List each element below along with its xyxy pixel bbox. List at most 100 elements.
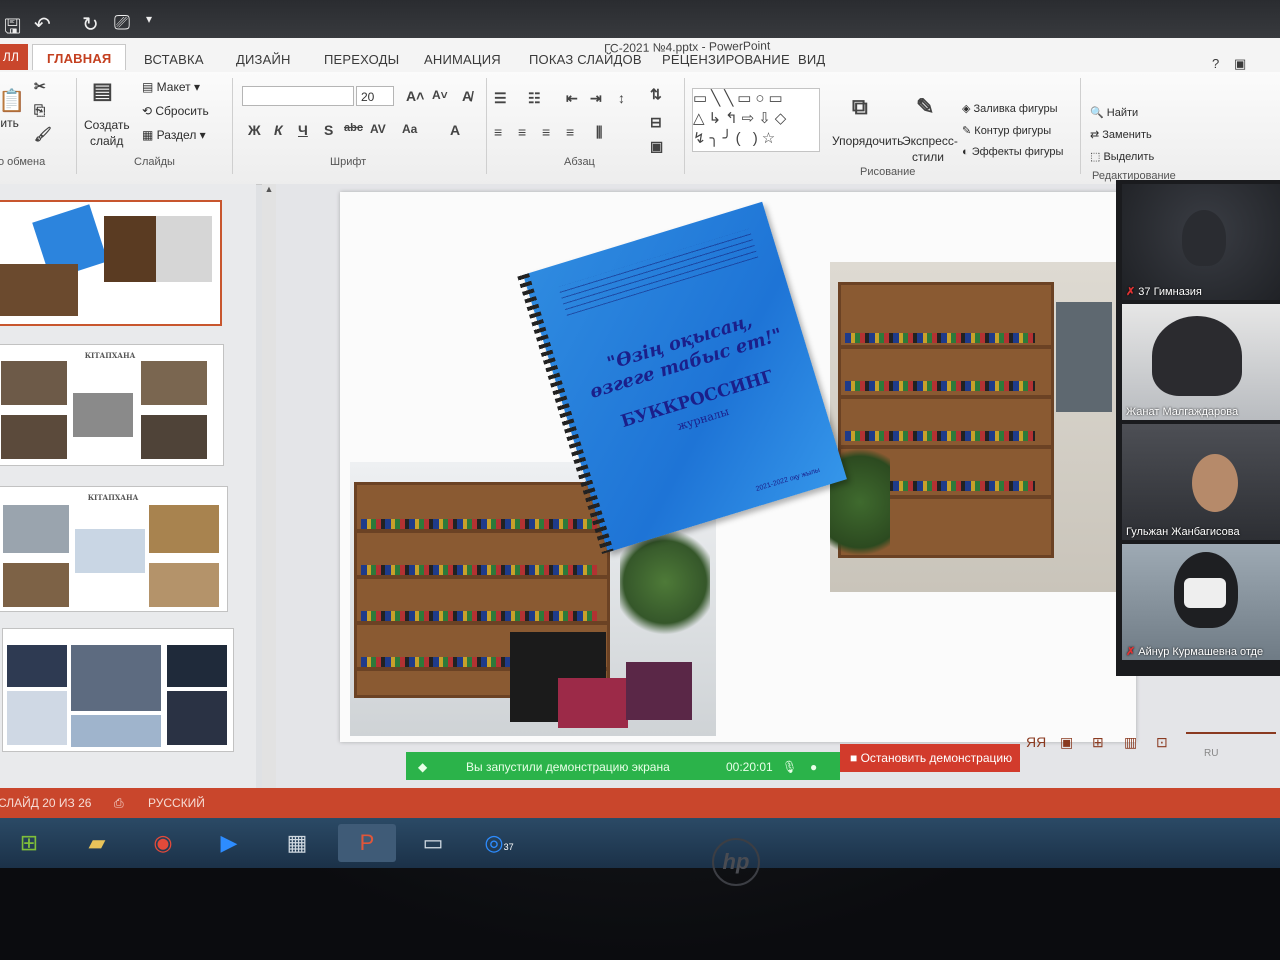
decrease-font-icon[interactable]: A˅	[432, 88, 448, 102]
tab-transitions[interactable]: ПЕРЕХОДЫ	[324, 52, 399, 67]
change-case-button[interactable]: Aa	[402, 122, 417, 136]
participant-name: Жанат Малгаждарова	[1126, 406, 1239, 418]
new-slide-icon[interactable]: ▤	[92, 78, 113, 104]
shadow-button[interactable]: S	[324, 122, 333, 138]
new-slide-label-1[interactable]: Создать	[84, 118, 130, 132]
copy-icon[interactable]: ⎘	[34, 102, 45, 119]
start-button-icon[interactable]: ⊞	[0, 824, 58, 862]
tab-animation[interactable]: АНИМАЦИЯ	[424, 52, 501, 67]
tab-design[interactable]: ДИЗАЙН	[236, 52, 291, 67]
camera-icon[interactable]: ▭	[404, 824, 462, 862]
slideshow-view-icon[interactable]: ⊡	[1156, 734, 1168, 751]
bold-button[interactable]: Ж	[248, 122, 261, 138]
cut-icon[interactable]: ✂	[34, 78, 46, 95]
strikethrough-button[interactable]: abc	[344, 122, 363, 134]
new-slide-label-2[interactable]: слайд	[90, 134, 123, 148]
align-text-icon[interactable]: ⊟	[650, 114, 662, 131]
quick-styles-label-1[interactable]: Экспресс-	[902, 134, 958, 148]
slide-thumbnail[interactable]: КІТАПХАНА	[0, 486, 228, 612]
font-name-dropdown[interactable]	[242, 86, 354, 106]
mic-icon[interactable]: 🎙	[782, 760, 797, 774]
tab-file[interactable]: ЛЛ	[0, 44, 28, 70]
file-explorer-icon[interactable]: ▰	[68, 824, 126, 862]
line-spacing-icon[interactable]: ↕	[618, 90, 625, 106]
slide-thumbnails-pane: КІТАПХАНА КІТАПХАНА	[0, 184, 256, 790]
find-button[interactable]: 🔍 Найти	[1090, 106, 1138, 119]
char-spacing-button[interactable]: AV	[370, 122, 386, 136]
italic-button[interactable]: К	[274, 122, 283, 138]
stop-share-button[interactable]: ■ Остановить демонстрацию	[840, 744, 1020, 772]
current-slide[interactable]: "Өзің оқысаң, өзгеге табыс ет!" БУККРОСС…	[340, 192, 1136, 742]
slide-thumbnail[interactable]	[0, 200, 222, 326]
font-size-dropdown[interactable]: 20	[356, 86, 394, 106]
participant-tile[interactable]: Жанат Малгаждарова	[1122, 304, 1280, 420]
tab-insert[interactable]: ВСТАВКА	[144, 52, 204, 67]
customize-qat-icon[interactable]: ▾	[146, 12, 152, 26]
arrange-icon[interactable]: ⧉	[852, 94, 868, 120]
decrease-indent-icon[interactable]: ⇤	[566, 90, 578, 107]
text-direction-icon[interactable]: ⇅	[650, 86, 662, 103]
numbering-icon[interactable]: ☷	[528, 90, 541, 107]
clear-format-icon[interactable]: A̸	[462, 88, 472, 104]
language-label[interactable]: РУССКИЙ	[148, 796, 205, 810]
underline-button[interactable]: Ч	[298, 122, 308, 138]
calculator-icon[interactable]: ▦	[268, 824, 326, 862]
tab-home[interactable]: ГЛАВНАЯ	[32, 44, 127, 70]
tab-review[interactable]: РЕЦЕНЗИРОВАНИЕ	[662, 52, 790, 67]
smartart-icon[interactable]: ▣	[650, 138, 663, 155]
shape-effects-button[interactable]: ◐ Эффекты фигуры	[962, 146, 1063, 158]
scroll-up-icon[interactable]: ▲	[262, 184, 276, 198]
slide-thumbnail[interactable]: КІТАПХАНА	[0, 344, 224, 466]
font-color-button[interactable]: A	[450, 122, 460, 138]
reading-view-icon[interactable]: ▥	[1124, 734, 1137, 751]
chrome-icon[interactable]: ◉	[134, 824, 192, 862]
zoom-app-icon[interactable]: ▶	[200, 824, 258, 862]
divider	[232, 78, 233, 174]
chrome-badge-icon[interactable]: ◎37	[470, 824, 528, 862]
increase-font-icon[interactable]: A˄	[406, 88, 424, 104]
shape-outline-button[interactable]: ✎ Контур фигуры	[962, 124, 1051, 137]
shapes-gallery[interactable]: ▭╲╲▭○▭ △↳↰⇨⇩◇ ↯╮╯( )☆	[692, 88, 820, 152]
participant-tile[interactable]: ✗ 37 Гимназия	[1122, 184, 1280, 300]
spellcheck-icon[interactable]: ⎙	[114, 796, 124, 811]
shape-fill-button[interactable]: ◈ Заливка фигуры	[962, 102, 1058, 115]
normal-view-icon[interactable]: ▣	[1060, 734, 1073, 751]
replace-button[interactable]: ⇄ Заменить	[1090, 128, 1152, 141]
increase-indent-icon[interactable]: ⇥	[590, 90, 602, 107]
video-icon[interactable]: ●	[810, 760, 817, 774]
paste-icon[interactable]: 📋	[0, 88, 25, 114]
paste-button[interactable]: вить	[0, 116, 19, 130]
section-button[interactable]: ▦ Раздел ▾	[142, 128, 206, 142]
align-left-icon[interactable]: ≡	[494, 124, 502, 140]
select-button[interactable]: ⬚ Выделить	[1090, 150, 1154, 163]
quick-styles-label-2[interactable]: стили	[912, 150, 944, 164]
align-center-icon[interactable]: ≡	[518, 124, 526, 140]
layout-button[interactable]: ▤ Макет ▾	[142, 80, 200, 94]
tab-view[interactable]: ВИД	[798, 52, 825, 67]
shield-icon: ◆	[418, 760, 428, 774]
start-slideshow-icon[interactable]: ⎚	[114, 12, 130, 35]
notes-button[interactable]: ЯЯ	[1026, 734, 1046, 750]
arrange-button[interactable]: Упорядочить	[832, 134, 903, 148]
format-painter-icon[interactable]: 🖌	[34, 126, 52, 143]
divider	[684, 78, 685, 174]
replace-label: Заменить	[1102, 129, 1152, 141]
powerpoint-icon[interactable]: P	[338, 824, 396, 862]
participant-tile[interactable]: ✗ Айнур Курмашевна отде	[1122, 544, 1280, 660]
participant-tile[interactable]: Гульжан Жанбагисова	[1122, 424, 1280, 540]
thumbnails-scrollbar[interactable]: ▲	[262, 184, 276, 788]
help-button[interactable]: ?	[1212, 56, 1219, 71]
align-right-icon[interactable]: ≡	[542, 124, 550, 140]
justify-icon[interactable]: ≡	[566, 124, 574, 140]
ribbon-display-icon[interactable]: ▣	[1234, 56, 1246, 72]
bullets-icon[interactable]: ☰	[494, 90, 507, 107]
slide-sorter-icon[interactable]: ⊞	[1092, 734, 1104, 751]
quick-styles-icon[interactable]: ✎	[916, 94, 934, 120]
redo-icon[interactable]: ↻	[82, 12, 99, 37]
reset-button[interactable]: ⟲ Сбросить	[142, 104, 209, 118]
slide-thumbnail[interactable]	[2, 628, 234, 752]
zoom-slider[interactable]	[1186, 732, 1276, 734]
cover-year: 2021-2022 оқу жылы	[755, 466, 821, 493]
columns-icon[interactable]: ⫼	[596, 124, 602, 141]
undo-icon[interactable]: ↶	[34, 12, 51, 37]
